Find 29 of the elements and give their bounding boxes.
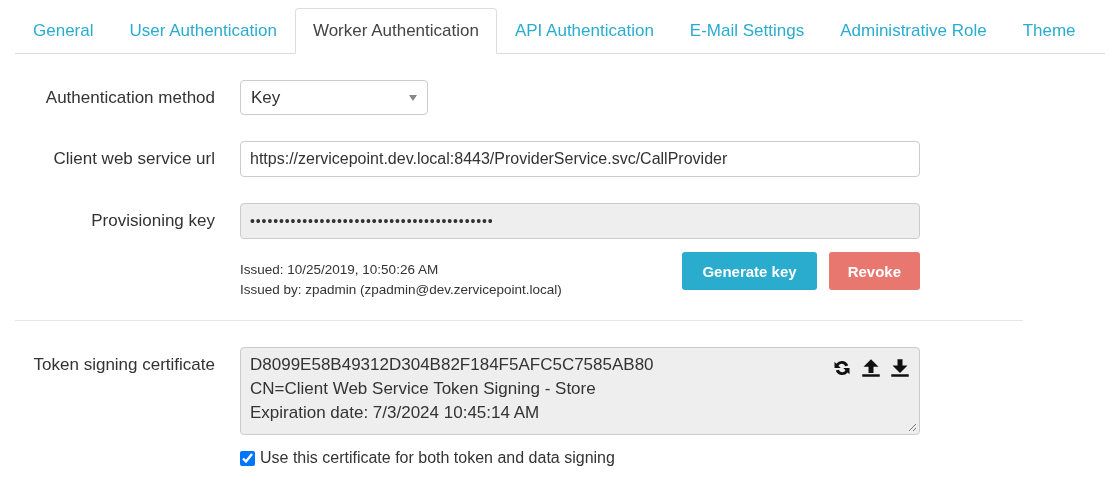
tab[interactable]: Administrative Role bbox=[822, 8, 1005, 54]
certificate-text: CN=Client Web Service Token Signing - Store bbox=[250, 378, 597, 400]
certificate-text: D8099E58B49312D304B82F184F5AFC5C7585AB80 bbox=[250, 354, 654, 376]
certificate-text: Expiration date: 7/3/2024 10:45:14 AM bbox=[250, 402, 541, 424]
url-field[interactable]: https://zervicepoint.dev.local:8443/ProviderService.svc/CallProvider bbox=[240, 141, 920, 177]
field-label: Authentication method bbox=[44, 87, 215, 108]
tab[interactable]: E-Mail Settings bbox=[671, 8, 823, 54]
issued-text: Issued: 10/25/2019, 10:50:26 AM bbox=[240, 261, 440, 279]
generate-key-button[interactable]: Generate key bbox=[682, 252, 817, 290]
revoke-button[interactable]: Revoke bbox=[828, 252, 920, 290]
tab[interactable]: Worker Authentication bbox=[294, 8, 497, 54]
refresh-icon[interactable] bbox=[832, 358, 852, 378]
upload-icon[interactable] bbox=[861, 358, 881, 378]
field-label: Client web service url bbox=[52, 148, 215, 169]
tab[interactable]: General bbox=[15, 8, 112, 54]
key-field[interactable]: •••••••••••••••••••••••••••••••••••••••••• bbox=[240, 203, 920, 239]
tab[interactable]: API Authentication bbox=[496, 8, 672, 54]
caret-icon bbox=[409, 94, 417, 101]
method-dropdown[interactable]: Key bbox=[240, 80, 428, 115]
issued-by-text: Issued by: zpadmin (zpadmin@dev.zervicepoint.local) bbox=[240, 281, 562, 299]
tab[interactable]: User Authentication bbox=[111, 8, 295, 54]
field-label: Provisioning key bbox=[90, 210, 215, 231]
resize-handle-icon[interactable] bbox=[907, 422, 917, 432]
checkbox-label: Use this certificate for both token and data signing bbox=[260, 449, 615, 467]
tab[interactable]: Theme bbox=[1004, 8, 1094, 54]
field-label: Token signing certificate bbox=[32, 354, 215, 375]
certificate-field[interactable]: D8099E58B49312D304B82F184F5AFC5C7585AB80 CN=Client Web Service Token Signing - Store Expiration date: 7/3/2024 10:45:14 AM bbox=[240, 347, 920, 435]
download-icon[interactable] bbox=[890, 358, 910, 378]
checkbox[interactable] bbox=[240, 450, 255, 466]
